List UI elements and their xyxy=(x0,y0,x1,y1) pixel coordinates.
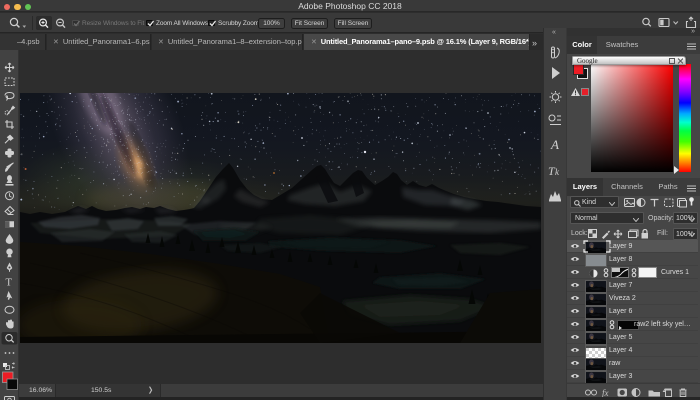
svg-text:fx: fx xyxy=(602,388,609,397)
svg-text:A: A xyxy=(550,137,559,152)
svg-text:k: k xyxy=(555,167,560,177)
svg-text:T: T xyxy=(6,278,13,289)
